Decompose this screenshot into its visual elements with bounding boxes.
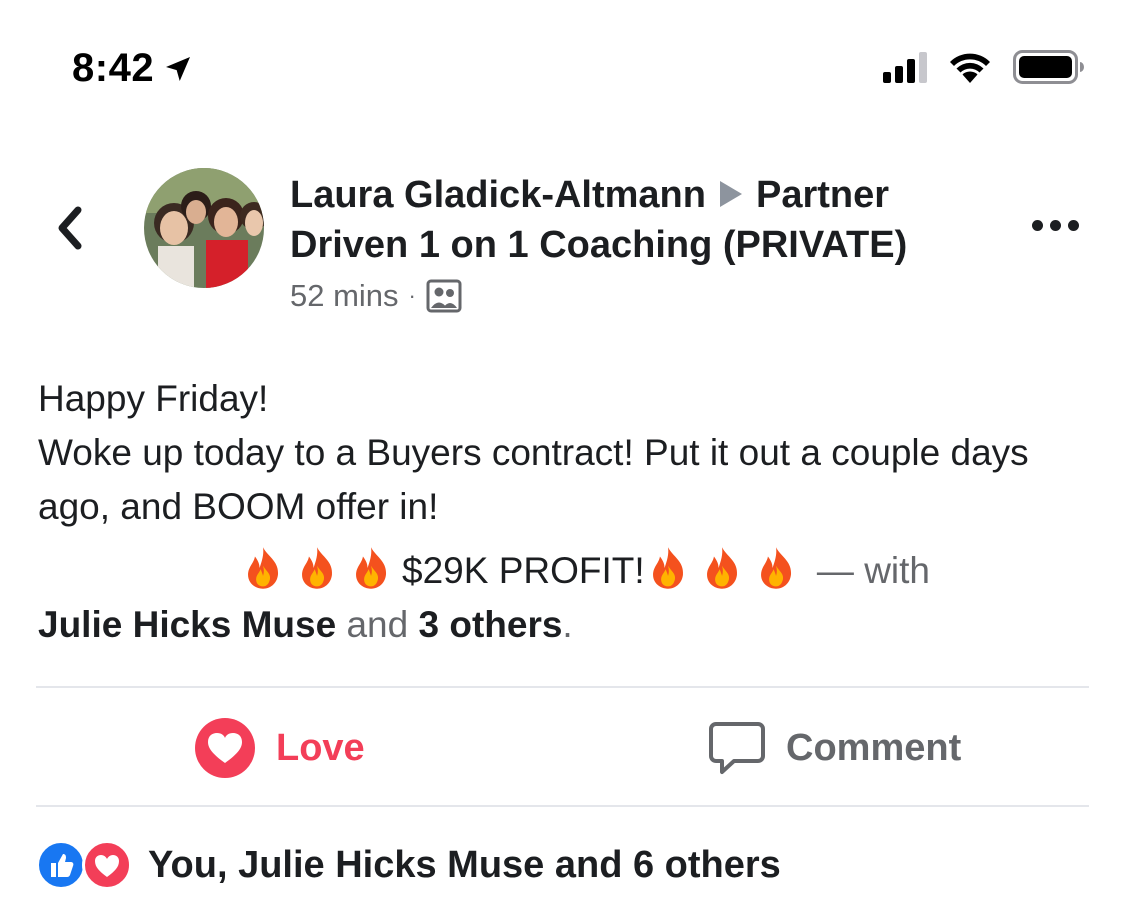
tagged-person-link[interactable]: Julie Hicks Muse — [38, 604, 336, 645]
fire-emoji-icon — [248, 547, 279, 589]
comment-bubble-icon — [709, 722, 765, 774]
comment-button[interactable]: Comment — [708, 712, 961, 784]
wifi-icon — [950, 53, 990, 83]
location-arrow-icon — [166, 56, 191, 81]
battery-icon — [1013, 50, 1084, 84]
comment-label: Comment — [786, 726, 962, 769]
in-group-arrow-icon — [719, 180, 742, 207]
fire-emoji-icon — [356, 547, 387, 589]
tagged-line: Julie Hicks Muse and 3 others. — [38, 598, 1088, 652]
divider — [36, 686, 1089, 688]
love-reaction-small-icon — [82, 840, 132, 890]
and-text: and — [346, 604, 409, 645]
author-avatar[interactable] — [144, 168, 264, 288]
tagged-others-link[interactable]: 3 others — [418, 604, 562, 645]
avatar-photo — [144, 168, 264, 288]
more-options-icon[interactable] — [1032, 220, 1079, 231]
post-timestamp[interactable]: 52 mins — [290, 278, 399, 314]
reactions-summary[interactable]: You, Julie Hicks Muse and 6 others — [36, 840, 781, 890]
end-punctuation: . — [562, 604, 573, 645]
post-header: Laura Gladick-Altmann Partner Driven 1 on… — [290, 170, 990, 314]
cellular-signal-icon — [883, 51, 927, 83]
post-title: Laura Gladick-Altmann Partner Driven 1 on… — [290, 170, 990, 270]
like-reaction-icon — [36, 840, 86, 890]
love-label: Love — [276, 726, 365, 769]
author-name-link[interactable]: Laura Gladick-Altmann — [290, 174, 706, 216]
fire-emoji-icon — [706, 547, 737, 589]
reactions-text: You, Julie Hicks Muse and 6 others — [148, 843, 781, 886]
fire-emoji-icon — [760, 547, 791, 589]
love-reaction-icon — [195, 718, 255, 778]
reaction-icons — [36, 840, 136, 890]
status-time: 8:42 — [72, 46, 194, 91]
status-bar: 8:42 — [0, 0, 1125, 120]
profit-text: $29K PROFIT! — [402, 550, 645, 591]
with-text: — with — [816, 550, 930, 591]
fire-emoji-icon — [652, 547, 683, 589]
love-button[interactable]: Love — [194, 712, 365, 784]
clock-text: 8:42 — [72, 46, 155, 90]
post-body: Happy Friday! Woke up today to a Buyers … — [38, 372, 1088, 652]
body-line: Happy Friday! — [38, 378, 269, 419]
profit-line: $29K PROFIT! — with — [38, 544, 1088, 598]
body-line: Woke up today to a Buyers contract! Put … — [38, 432, 1029, 527]
divider — [36, 805, 1089, 807]
meta-separator: · — [408, 283, 416, 308]
fire-emoji-icon — [302, 547, 333, 589]
group-members-icon — [426, 279, 462, 313]
status-indicators — [883, 50, 1085, 84]
post-meta: 52 mins · — [290, 278, 990, 314]
back-chevron-icon[interactable] — [48, 200, 92, 256]
